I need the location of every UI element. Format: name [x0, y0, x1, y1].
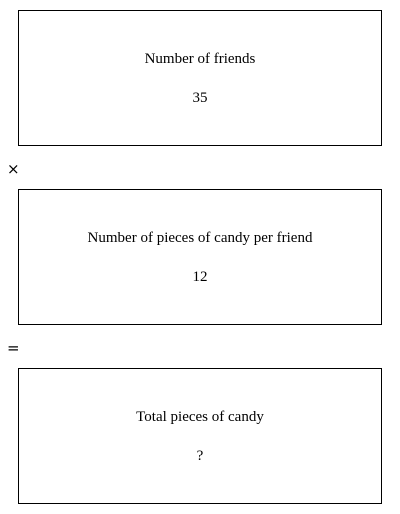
candy-per-friend-value: 12 [192, 269, 208, 285]
total-candy-value: ? [196, 448, 204, 464]
total-candy-label: Total pieces of candy [136, 409, 264, 425]
friends-value: 35 [192, 90, 208, 106]
candy-per-friend-label: Number of pieces of candy per friend [87, 230, 313, 246]
candy-per-friend-box: Number of pieces of candy per friend 12 [18, 189, 382, 325]
total-candy-box: Total pieces of candy ? [18, 368, 382, 504]
equals-operator: = [7, 339, 20, 357]
multiply-operator: × [7, 160, 20, 178]
friends-label: Number of friends [144, 51, 256, 67]
friends-box: Number of friends 35 [18, 10, 382, 146]
